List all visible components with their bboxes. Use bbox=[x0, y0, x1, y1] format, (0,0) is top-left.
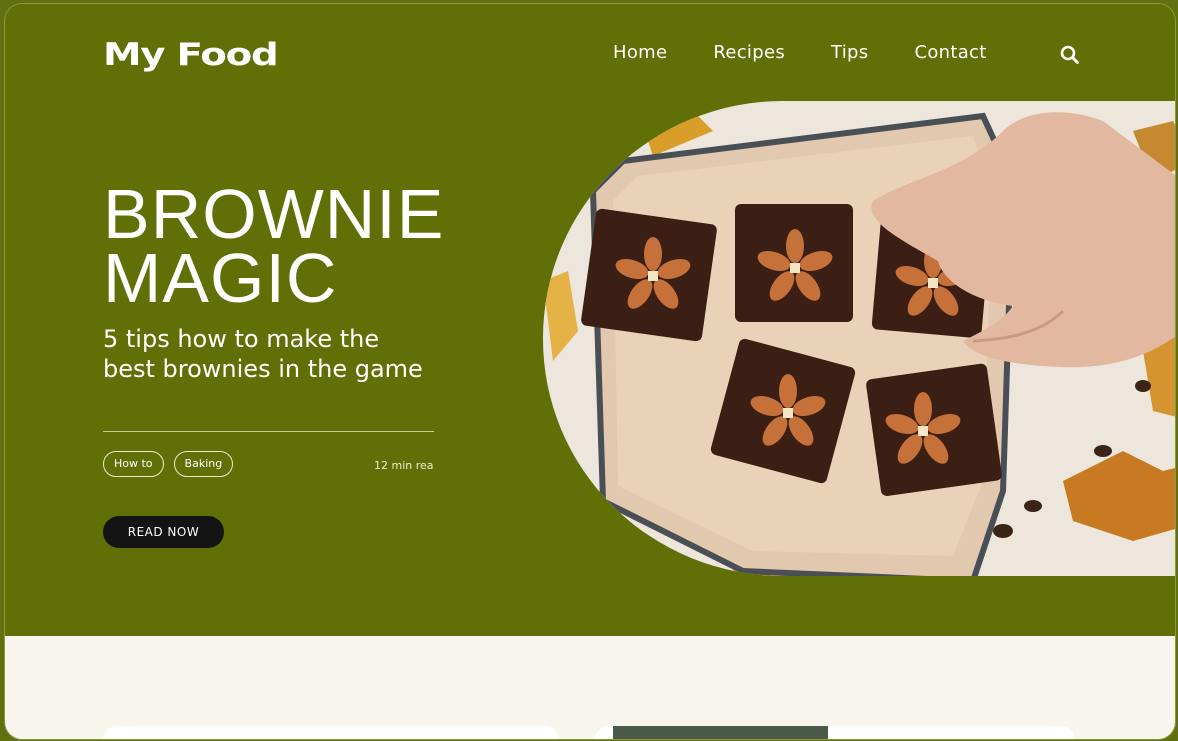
article-card[interactable] bbox=[103, 726, 559, 739]
hero-section: My Food Home Recipes Tips Contact BROWNI… bbox=[5, 4, 1175, 636]
tag-list: How to Baking bbox=[103, 451, 243, 477]
site-logo[interactable]: My Food bbox=[103, 37, 279, 73]
hero-image bbox=[543, 101, 1175, 576]
hero-title: BROWNIE MAGIC bbox=[103, 179, 444, 313]
article-card[interactable] bbox=[595, 726, 1075, 739]
nav-home[interactable]: Home bbox=[613, 42, 667, 63]
search-icon[interactable] bbox=[1059, 44, 1081, 66]
read-now-button[interactable]: READ NOW bbox=[103, 516, 224, 548]
nav-recipes[interactable]: Recipes bbox=[713, 42, 785, 63]
hero-subtitle: 5 tips how to make the best brownies in … bbox=[103, 325, 423, 383]
tag-baking[interactable]: Baking bbox=[173, 451, 234, 477]
main-nav: Home Recipes Tips Contact bbox=[613, 42, 1033, 63]
hero-title-line2: MAGIC bbox=[103, 239, 338, 317]
page-frame: My Food Home Recipes Tips Contact BROWNI… bbox=[4, 3, 1176, 740]
tag-how-to[interactable]: How to bbox=[103, 451, 164, 477]
card-image bbox=[613, 726, 828, 739]
divider bbox=[103, 431, 434, 432]
nav-contact[interactable]: Contact bbox=[914, 42, 986, 63]
nav-tips[interactable]: Tips bbox=[831, 42, 868, 63]
content-section bbox=[5, 636, 1175, 739]
read-time: 12 min rea bbox=[374, 459, 434, 472]
